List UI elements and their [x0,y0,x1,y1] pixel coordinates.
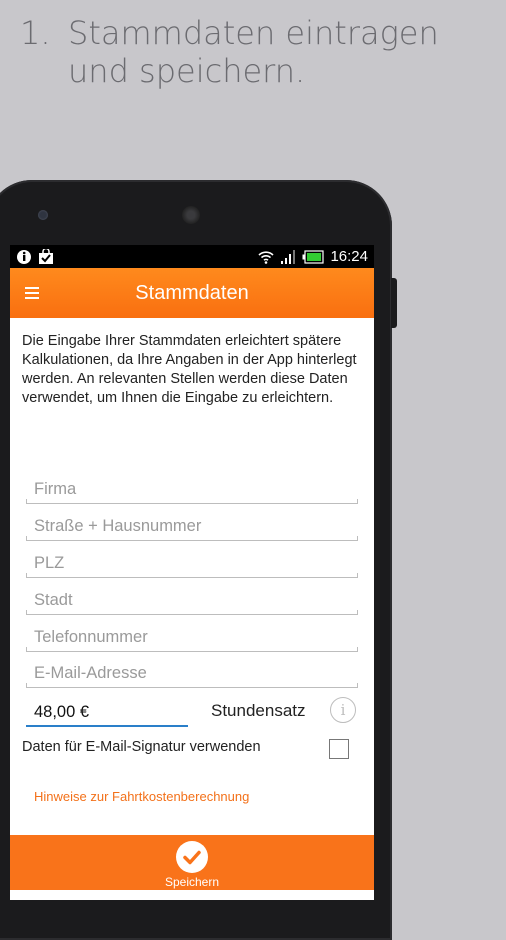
headline-text: Stammdaten eintragen und speichern. [68,14,439,90]
info-icon[interactable]: i [330,697,356,723]
firma-field[interactable]: Firma [26,474,358,504]
phone-screen: 16:24 Stammdaten Die Eingabe Ihrer Stamm… [10,245,374,900]
intro-text: Die Eingabe Ihrer Stammdaten erleichtert… [22,333,357,406]
app-bar: Stammdaten [10,268,374,318]
shopping-bag-check-icon [39,248,53,264]
phone-field[interactable]: Telefonnummer [26,622,358,652]
earpiece-speaker [182,206,200,224]
phone-side-button [391,278,397,328]
save-button[interactable]: Speichern [10,835,374,890]
headline-number: 1. [20,14,51,52]
battery-icon [302,249,325,264]
signal-icon [281,249,296,264]
email-field[interactable]: E-Mail-Adresse [26,658,358,688]
hourly-rate-input[interactable]: 48,00 € [26,699,188,727]
headline: 1. Stammdaten eintragen und speichern. [20,14,439,90]
status-bar: 16:24 [10,245,374,268]
signature-label: Daten für E-Mail-Signatur verwenden [22,739,261,755]
checkmark-icon [176,841,208,873]
save-label: Speichern [164,875,220,889]
app-title: Stammdaten [135,281,249,304]
travel-cost-info-link[interactable]: Hinweise zur Fahrtkostenberechnung [34,789,249,804]
hourly-rate-label: Stundensatz [211,701,306,720]
signature-checkbox[interactable] [329,739,349,759]
street-field[interactable]: Straße + Hausnummer [26,511,358,541]
wifi-icon [258,250,275,264]
front-camera [38,210,48,220]
status-time: 16:24 [330,248,368,265]
notification-icon [17,249,31,264]
city-field[interactable]: Stadt [26,585,358,615]
postal-code-field[interactable]: PLZ [26,548,358,578]
